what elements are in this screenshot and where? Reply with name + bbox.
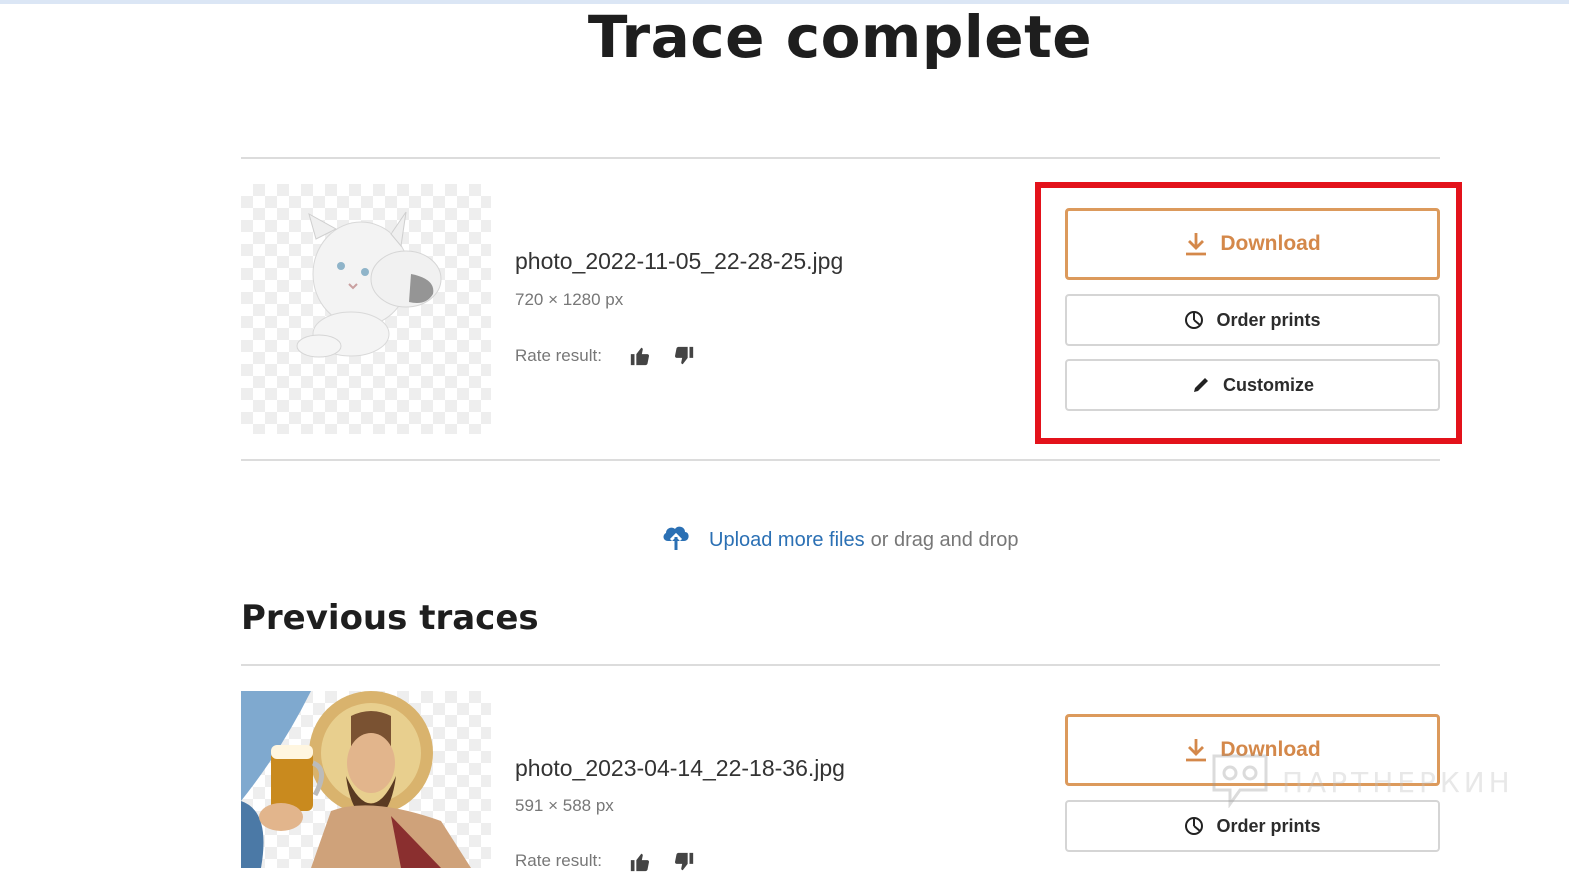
result-thumbnail (241, 184, 491, 434)
file-name: photo_2022-11-05_22-28-25.jpg (515, 248, 844, 274)
upload-row: Upload more files or drag and drop (661, 524, 1019, 556)
divider (241, 459, 1440, 461)
thumbs-up-icon[interactable] (629, 851, 651, 873)
man-with-beer-image (241, 691, 471, 868)
file-dimensions: 720 × 1280 px (515, 290, 624, 309)
upload-more-files-link[interactable]: Upload more files (709, 529, 865, 552)
drag-and-drop-text: or drag and drop (870, 528, 1019, 551)
highlight-box (1035, 182, 1462, 444)
page-title: Trace complete (587, 3, 1093, 71)
pie-chart-icon (1184, 816, 1204, 836)
rate-label: Rate result: (515, 851, 602, 870)
divider (241, 664, 1440, 666)
cloud-upload-icon[interactable] (661, 523, 691, 557)
divider (241, 157, 1440, 159)
previous-thumbnail (241, 691, 491, 868)
cat-image (296, 211, 442, 358)
file-name: photo_2023-04-14_22-18-36.jpg (515, 755, 845, 781)
thumbs-down-icon[interactable] (673, 851, 695, 873)
watermark-text: ПАРТНЕРКИН (1282, 766, 1514, 799)
chat-bubble-icon (1210, 752, 1270, 813)
previous-traces-title: Previous traces (241, 598, 539, 638)
file-dimensions: 591 × 588 px (515, 796, 614, 815)
thumbs-up-icon[interactable] (629, 345, 651, 367)
thumbs-down-icon[interactable] (673, 345, 695, 367)
order-prints-label: Order prints (1216, 815, 1321, 836)
download-icon (1184, 737, 1208, 763)
watermark: ПАРТНЕРКИН (1210, 752, 1514, 813)
rate-label: Rate result: (515, 346, 602, 365)
